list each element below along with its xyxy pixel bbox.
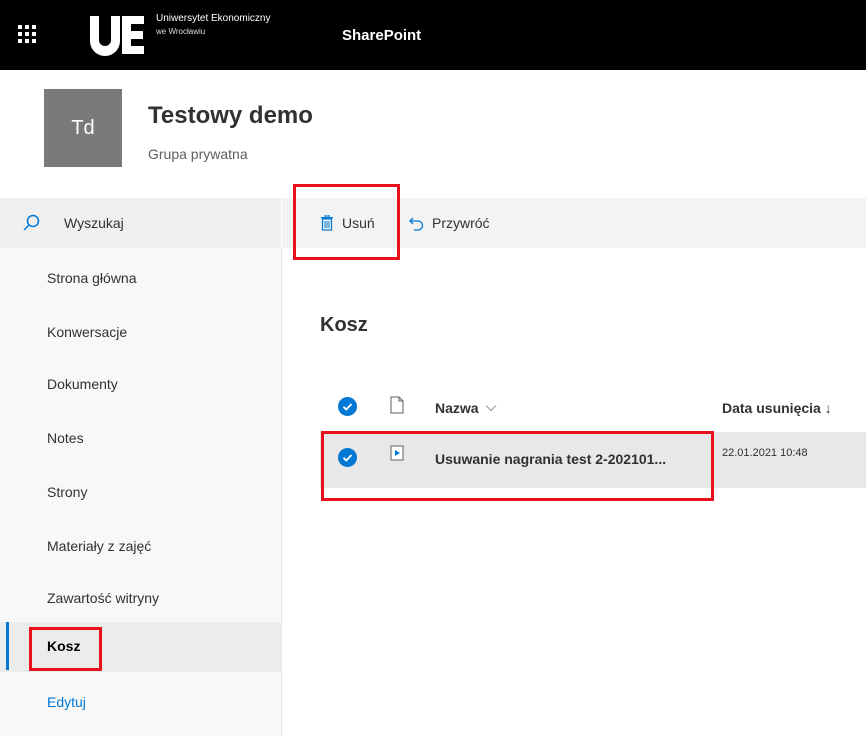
nav-item-label: Strona główna bbox=[47, 270, 137, 286]
restore-label: Przywróć bbox=[432, 215, 490, 231]
nav-item-documents[interactable]: Dokumenty bbox=[0, 360, 281, 410]
delete-label: Usuń bbox=[342, 215, 375, 231]
check-icon bbox=[342, 403, 353, 411]
select-all-checkbox[interactable] bbox=[338, 397, 357, 416]
file-name-link[interactable]: Usuwanie nagrania test 2-202101... bbox=[435, 451, 666, 467]
restore-button[interactable]: Przywróć bbox=[408, 212, 490, 234]
nav-item-notes[interactable]: Notes bbox=[0, 414, 281, 464]
row-checkbox[interactable] bbox=[338, 448, 357, 467]
column-header-name[interactable]: Nazwa bbox=[435, 400, 497, 416]
suite-bar: Uniwersytet Ekonomiczny we Wrocławiu Sha… bbox=[0, 0, 866, 70]
search-icon bbox=[23, 214, 40, 231]
waffle-icon[interactable] bbox=[18, 25, 36, 43]
nav-divider bbox=[281, 248, 282, 736]
chevron-down-icon bbox=[485, 405, 497, 412]
nav-item-home[interactable]: Strona główna bbox=[0, 254, 281, 304]
column-header-deleted-date[interactable]: Data usunięcia ↓ bbox=[722, 400, 832, 416]
nav-item-recycle-bin[interactable]: Kosz bbox=[0, 622, 281, 672]
nav-item-label: Konwersacje bbox=[47, 324, 128, 340]
university-line1: Uniwersytet Ekonomiczny bbox=[156, 13, 271, 24]
nav-edit-link[interactable]: Edytuj bbox=[0, 678, 281, 728]
video-file-icon bbox=[390, 445, 404, 461]
nav-item-label: Kosz bbox=[47, 638, 81, 654]
undo-icon bbox=[409, 217, 424, 231]
search-box[interactable]: Wyszukaj bbox=[0, 198, 281, 248]
university-logo[interactable] bbox=[88, 14, 146, 56]
nav-item-class-materials[interactable]: Materiały z zajęć bbox=[0, 522, 281, 572]
deleted-date-cell: 22.01.2021 10:48 bbox=[722, 447, 808, 459]
nav-edit-label: Edytuj bbox=[47, 694, 86, 710]
site-title[interactable]: Testowy demo bbox=[148, 102, 313, 130]
nav-item-label: Dokumenty bbox=[47, 376, 118, 392]
command-bar: Usuń Przywróć bbox=[282, 198, 866, 248]
university-name: Uniwersytet Ekonomiczny we Wrocławiu bbox=[156, 12, 270, 38]
nav-item-label: Zawartość witryny bbox=[47, 590, 160, 606]
page-title: Kosz bbox=[320, 314, 368, 336]
column-header-name-label: Nazwa bbox=[435, 400, 479, 416]
site-subtitle: Grupa prywatna bbox=[148, 146, 248, 162]
university-line2: we Wrocławiu bbox=[156, 27, 206, 36]
nav-item-label: Materiały z zajęć bbox=[47, 538, 152, 554]
list-header-row: Nazwa Data usunięcia ↓ bbox=[320, 386, 866, 430]
check-icon bbox=[342, 454, 353, 462]
table-row[interactable]: Usuwanie nagrania test 2-202101... 22.01… bbox=[320, 432, 866, 488]
active-indicator bbox=[6, 622, 9, 670]
nav-item-conversations[interactable]: Konwersacje bbox=[0, 308, 281, 358]
app-name[interactable]: SharePoint bbox=[342, 27, 421, 44]
site-logo-initials: Td bbox=[71, 116, 95, 139]
site-logo[interactable]: Td bbox=[44, 89, 122, 167]
nav-item-pages[interactable]: Strony bbox=[0, 468, 281, 518]
nav-item-site-contents[interactable]: Zawartość witryny bbox=[0, 574, 281, 624]
nav-item-label: Notes bbox=[47, 430, 84, 446]
column-header-deleted-date-label: Data usunięcia ↓ bbox=[722, 400, 832, 416]
delete-button[interactable]: Usuń bbox=[320, 212, 375, 234]
search-label: Wyszukaj bbox=[64, 215, 124, 231]
nav-item-label: Strony bbox=[47, 484, 88, 500]
file-type-icon bbox=[390, 396, 404, 414]
left-navigation: Wyszukaj Strona główna Konwersacje Dokum… bbox=[0, 198, 281, 736]
trash-icon bbox=[321, 215, 333, 231]
